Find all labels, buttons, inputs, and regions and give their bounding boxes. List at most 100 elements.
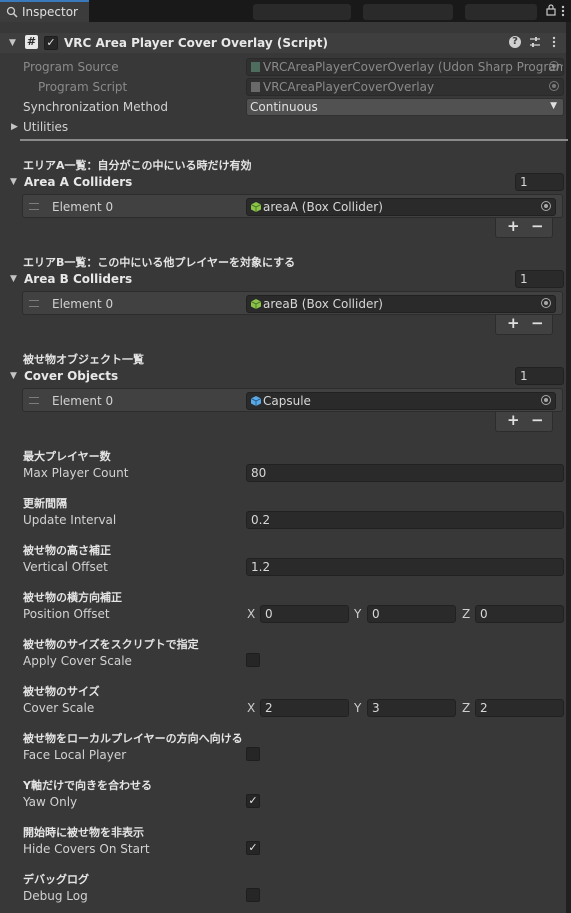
vertical-offset-header: 被せ物の高さ補正 <box>23 544 111 557</box>
scrollbar-track[interactable] <box>566 22 571 913</box>
element-label: Element 0 <box>52 297 114 311</box>
drag-handle-icon[interactable] <box>29 203 39 210</box>
cover-objects-foldout-arrow[interactable]: ▼ <box>10 371 17 381</box>
axis-x-label[interactable]: X <box>247 701 255 715</box>
area-a-header: エリアA一覧：自分がこの中にいる時だけ有効 <box>23 159 252 172</box>
area-b-size-field[interactable]: 1 <box>515 270 564 288</box>
program-script-value: VRCAreaPlayerCoverOverlay <box>263 80 435 94</box>
tab-inspector[interactable]: Inspector <box>0 0 89 22</box>
update-interval-label: Update Interval <box>23 513 117 527</box>
drag-handle-icon[interactable] <box>29 300 39 307</box>
object-picker-icon[interactable] <box>541 201 551 211</box>
axis-z-label[interactable]: Z <box>462 701 470 715</box>
remove-element-button[interactable]: − <box>531 314 544 332</box>
yaw-only-header: Y軸だけで向きを合わせる <box>23 779 152 792</box>
program-source-label: Program Source <box>23 60 119 74</box>
area-b-header: エリアB一覧：この中にいる他プレイヤーを対象にする <box>23 256 296 269</box>
component-menu-icon[interactable] <box>552 36 556 48</box>
lock-icon[interactable] <box>546 4 556 16</box>
section-divider <box>20 139 568 141</box>
face-local-player-header: 被せ物をローカルプレイヤーの方向へ向ける <box>23 732 243 745</box>
area-a-list-controls: + − <box>495 217 553 238</box>
apply-cover-scale-header: 被せ物のサイズをスクリプトで指定 <box>23 638 199 651</box>
remove-element-button[interactable]: − <box>531 217 544 235</box>
axis-x-label[interactable]: X <box>247 607 255 621</box>
position-offset-label: Position Offset <box>23 607 110 621</box>
program-script-field: VRCAreaPlayerCoverOverlay <box>246 78 564 96</box>
add-element-button[interactable]: + <box>507 217 520 235</box>
area-b-list-controls: + − <box>495 314 553 335</box>
hide-covers-checkbox[interactable]: ✓ <box>246 841 260 855</box>
position-offset-x-field[interactable]: 0 <box>260 605 349 623</box>
area-a-label[interactable]: Area A Colliders <box>24 175 132 189</box>
prefab-cube-icon <box>251 396 261 406</box>
dropdown-arrow-icon: ▼ <box>550 101 557 111</box>
element-label: Element 0 <box>52 200 114 214</box>
area-b-label[interactable]: Area B Colliders <box>24 272 132 286</box>
cover-scale-y-field[interactable]: 3 <box>367 699 456 717</box>
object-picker-icon <box>549 81 559 91</box>
debug-log-label: Debug Log <box>23 889 88 903</box>
area-a-size-field[interactable]: 1 <box>515 173 564 191</box>
program-script-label: Program Script <box>38 80 128 94</box>
apply-cover-scale-label: Apply Cover Scale <box>23 654 132 668</box>
position-offset-header: 被せ物の横方向補正 <box>23 591 122 604</box>
add-element-button[interactable]: + <box>507 314 520 332</box>
inspector-icon <box>6 6 18 18</box>
preset-icon[interactable] <box>529 36 541 48</box>
face-local-player-label: Face Local Player <box>23 748 127 762</box>
sync-method-value: Continuous <box>250 100 318 114</box>
position-offset-y-field[interactable]: 0 <box>367 605 456 623</box>
max-player-count-field[interactable]: 80 <box>246 464 564 482</box>
hidden-toolbar-field <box>465 4 537 20</box>
sync-method-dropdown[interactable]: Continuous ▼ <box>246 98 564 116</box>
yaw-only-checkbox[interactable]: ✓ <box>246 794 260 808</box>
object-picker-icon[interactable] <box>541 395 551 405</box>
axis-y-label[interactable]: Y <box>354 607 361 621</box>
apply-cover-scale-checkbox[interactable] <box>246 653 260 667</box>
hidden-toolbar-field <box>363 4 453 20</box>
cover-objects-element-value: Capsule <box>263 394 311 408</box>
component-enabled-checkbox[interactable]: ✓ <box>44 36 58 50</box>
object-picker-icon <box>549 61 559 71</box>
yaw-only-label: Yaw Only <box>23 795 78 809</box>
component-foldout-arrow[interactable]: ▼ <box>9 38 16 48</box>
area-b-element-field[interactable]: areaB (Box Collider) <box>246 295 556 313</box>
box-collider-icon <box>251 299 261 309</box>
drag-handle-icon[interactable] <box>29 397 39 404</box>
utilities-label[interactable]: Utilities <box>23 120 68 134</box>
more-options-icon[interactable] <box>561 5 565 17</box>
script-icon: # <box>25 35 38 49</box>
debug-log-checkbox[interactable] <box>246 888 260 902</box>
cover-scale-label: Cover Scale <box>23 701 95 715</box>
add-element-button[interactable]: + <box>507 411 520 429</box>
element-label: Element 0 <box>52 394 114 408</box>
update-interval-field[interactable]: 0.2 <box>246 511 564 529</box>
object-picker-icon[interactable] <box>541 298 551 308</box>
vertical-offset-label: Vertical Offset <box>23 560 108 574</box>
help-icon[interactable]: ? <box>509 36 521 48</box>
script-file-icon <box>251 82 260 92</box>
cover-objects-size-field[interactable]: 1 <box>515 367 564 385</box>
cover-objects-list-controls: + − <box>495 411 553 432</box>
cover-objects-label[interactable]: Cover Objects <box>24 369 118 383</box>
cover-scale-z-field[interactable]: 2 <box>475 699 564 717</box>
tab-label: Inspector <box>22 5 78 19</box>
cover-scale-header: 被せ物のサイズ <box>23 685 100 698</box>
cover-objects-element-field[interactable]: Capsule <box>246 392 556 410</box>
utilities-foldout-arrow[interactable]: ▶ <box>11 122 18 132</box>
area-b-foldout-arrow[interactable]: ▼ <box>10 274 17 284</box>
max-player-count-header: 最大プレイヤー数 <box>23 450 111 463</box>
area-a-element-field[interactable]: areaA (Box Collider) <box>246 198 556 216</box>
position-offset-z-field[interactable]: 0 <box>475 605 564 623</box>
area-a-foldout-arrow[interactable]: ▼ <box>10 177 17 187</box>
axis-z-label[interactable]: Z <box>462 607 470 621</box>
face-local-player-checkbox[interactable] <box>246 747 260 761</box>
axis-y-label[interactable]: Y <box>354 701 361 715</box>
remove-element-button[interactable]: − <box>531 411 544 429</box>
vertical-offset-field[interactable]: 1.2 <box>246 558 564 576</box>
hidden-toolbar-field <box>253 4 351 20</box>
area-b-element-value: areaB (Box Collider) <box>263 297 383 311</box>
component-title: VRC Area Player Cover Overlay (Script) <box>64 36 328 50</box>
cover-scale-x-field[interactable]: 2 <box>260 699 349 717</box>
